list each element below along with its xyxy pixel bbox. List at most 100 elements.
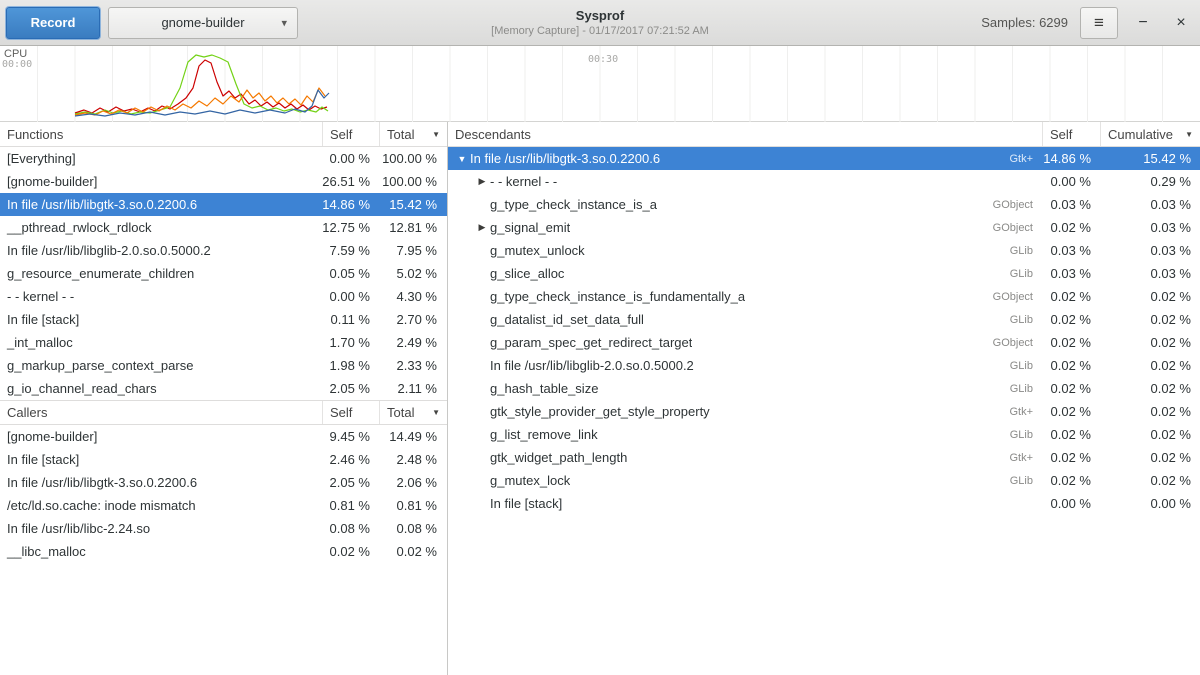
self-percent: 0.03 % xyxy=(1042,243,1100,258)
table-row[interactable]: __pthread_rwlock_rdlock 12.75 % 12.81 % xyxy=(0,216,447,239)
function-name: [gnome-builder] xyxy=(0,174,322,189)
library-badge: GLib xyxy=(1010,475,1042,487)
self-percent: 0.02 % xyxy=(1042,358,1100,373)
self-percent: 0.03 % xyxy=(1042,266,1100,281)
descendant-row[interactable]: gtk_style_provider_get_style_property Gt… xyxy=(448,400,1200,423)
self-percent: 1.70 % xyxy=(322,335,379,350)
callers-self-column-header[interactable]: Self xyxy=(322,401,379,424)
table-row[interactable]: _int_malloc 1.70 % 2.49 % xyxy=(0,331,447,354)
cumulative-percent: 15.42 % xyxy=(1100,151,1200,166)
function-name: /etc/ld.so.cache: inode mismatch xyxy=(0,498,322,513)
self-percent: 0.00 % xyxy=(1042,496,1100,511)
descendant-row[interactable]: ▶ - - kernel - - 0.00 % 0.29 % xyxy=(448,170,1200,193)
minimize-icon: − xyxy=(1138,14,1147,32)
descendant-name: g_type_check_instance_is_a xyxy=(490,197,657,212)
expander-icon[interactable]: ▶ xyxy=(474,222,490,233)
function-name: In file [stack] xyxy=(0,452,322,467)
table-row[interactable]: [Everything] 0.00 % 100.00 % xyxy=(0,147,447,170)
library-badge: GLib xyxy=(1010,429,1042,441)
callers-total-column-header[interactable]: Total ▼ xyxy=(379,401,447,424)
descendant-row[interactable]: g_mutex_unlock GLib 0.03 % 0.03 % xyxy=(448,239,1200,262)
descendants-table-header: Descendants Self Cumulative ▼ xyxy=(448,122,1200,147)
descendant-row[interactable]: g_type_check_instance_is_a GObject 0.03 … xyxy=(448,193,1200,216)
table-row[interactable]: In file /usr/lib/libgtk-3.so.0.2200.6 14… xyxy=(0,193,447,216)
table-row[interactable]: In file [stack] 0.11 % 2.70 % xyxy=(0,308,447,331)
time-label-start: 00:00 xyxy=(2,59,32,70)
cpu-usage-graph[interactable]: CPU 00:00 00:30 xyxy=(0,46,1200,122)
total-percent: 2.33 % xyxy=(379,358,447,373)
descendants-panel: Descendants Self Cumulative ▼ ▼ In file … xyxy=(448,122,1200,675)
total-percent: 0.02 % xyxy=(379,544,447,559)
descendant-row[interactable]: g_list_remove_link GLib 0.02 % 0.02 % xyxy=(448,423,1200,446)
self-percent: 0.11 % xyxy=(322,312,379,327)
cumulative-percent: 0.02 % xyxy=(1100,289,1200,304)
descendant-name: g_datalist_id_set_data_full xyxy=(490,312,644,327)
self-percent: 1.98 % xyxy=(322,358,379,373)
table-row[interactable]: In file /usr/lib/libc-2.24.so 0.08 % 0.0… xyxy=(0,517,447,540)
library-badge: GLib xyxy=(1010,268,1042,280)
table-row[interactable]: [gnome-builder] 26.51 % 100.00 % xyxy=(0,170,447,193)
table-row[interactable]: [gnome-builder] 9.45 % 14.49 % xyxy=(0,425,447,448)
minimize-button[interactable]: − xyxy=(1130,8,1156,38)
self-percent: 7.59 % xyxy=(322,243,379,258)
descendant-row[interactable]: g_param_spec_get_redirect_target GObject… xyxy=(448,331,1200,354)
table-row[interactable]: In file /usr/lib/libgtk-3.so.0.2200.6 2.… xyxy=(0,471,447,494)
descendants-self-column-header[interactable]: Self xyxy=(1042,122,1100,146)
self-percent: 0.00 % xyxy=(322,289,379,304)
cumulative-percent: 0.02 % xyxy=(1100,450,1200,465)
table-row[interactable]: g_markup_parse_context_parse 1.98 % 2.33… xyxy=(0,354,447,377)
expander-icon[interactable]: ▼ xyxy=(454,154,470,164)
descendants-cumulative-column-header[interactable]: Cumulative ▼ xyxy=(1100,122,1200,146)
descendant-row[interactable]: ▶ g_signal_emit GObject 0.02 % 0.03 % xyxy=(448,216,1200,239)
target-process-dropdown[interactable]: gnome-builder ▾ xyxy=(108,7,298,39)
expander-icon[interactable]: ▶ xyxy=(474,176,490,187)
callers-table-header: Callers Self Total ▼ xyxy=(0,400,447,425)
menu-button[interactable]: ≡ xyxy=(1080,7,1118,39)
table-row[interactable]: g_resource_enumerate_children 0.05 % 5.0… xyxy=(0,262,447,285)
cumulative-percent: 0.03 % xyxy=(1100,243,1200,258)
descendant-row[interactable]: g_mutex_lock GLib 0.02 % 0.02 % xyxy=(448,469,1200,492)
total-percent: 12.81 % xyxy=(379,220,447,235)
function-name: In file /usr/lib/libgtk-3.so.0.2200.6 xyxy=(0,197,322,212)
descendant-row[interactable]: g_datalist_id_set_data_full GLib 0.02 % … xyxy=(448,308,1200,331)
close-button[interactable]: × xyxy=(1168,8,1194,38)
table-row[interactable]: - - kernel - - 0.00 % 4.30 % xyxy=(0,285,447,308)
window-title: Sysprof xyxy=(491,7,709,24)
total-percent: 4.30 % xyxy=(379,289,447,304)
self-percent: 0.02 % xyxy=(322,544,379,559)
function-name: [gnome-builder] xyxy=(0,429,322,444)
window-subtitle: [Memory Capture] - 01/17/2017 07:21:52 A… xyxy=(491,24,709,38)
sort-descending-icon: ▼ xyxy=(432,130,440,139)
table-row[interactable]: In file [stack] 2.46 % 2.48 % xyxy=(0,448,447,471)
total-percent: 2.11 % xyxy=(379,381,447,396)
cumulative-percent: 0.02 % xyxy=(1100,335,1200,350)
left-panel: Functions Self Total ▼ [Everything] 0.00… xyxy=(0,122,448,675)
self-percent: 0.03 % xyxy=(1042,197,1100,212)
descendant-row[interactable]: ▼ In file /usr/lib/libgtk-3.so.0.2200.6 … xyxy=(448,147,1200,170)
table-row[interactable]: In file /usr/lib/libglib-2.0.so.0.5000.2… xyxy=(0,239,447,262)
descendant-row[interactable]: g_slice_alloc GLib 0.03 % 0.03 % xyxy=(448,262,1200,285)
table-row[interactable]: /etc/ld.so.cache: inode mismatch 0.81 % … xyxy=(0,494,447,517)
descendant-row[interactable]: In file /usr/lib/libglib-2.0.so.0.5000.2… xyxy=(448,354,1200,377)
functions-column-header[interactable]: Functions xyxy=(0,122,322,146)
descendants-cumulative-label: Cumulative xyxy=(1108,127,1173,142)
function-name: In file /usr/lib/libgtk-3.so.0.2200.6 xyxy=(0,475,322,490)
descendant-name-cell: ▼ In file /usr/lib/libgtk-3.so.0.2200.6 … xyxy=(448,151,1042,166)
descendants-column-header[interactable]: Descendants xyxy=(448,122,1042,146)
descendant-row[interactable]: g_hash_table_size GLib 0.02 % 0.02 % xyxy=(448,377,1200,400)
functions-total-column-header[interactable]: Total ▼ xyxy=(379,122,447,146)
cumulative-percent: 0.02 % xyxy=(1100,381,1200,396)
library-badge: Gtk+ xyxy=(1009,406,1042,418)
table-row[interactable]: g_io_channel_read_chars 2.05 % 2.11 % xyxy=(0,377,447,400)
descendant-row[interactable]: In file [stack] 0.00 % 0.00 % xyxy=(448,492,1200,515)
functions-self-column-header[interactable]: Self xyxy=(322,122,379,146)
cumulative-percent: 0.03 % xyxy=(1100,266,1200,281)
callers-column-header[interactable]: Callers xyxy=(0,401,322,424)
total-percent: 2.49 % xyxy=(379,335,447,350)
table-row[interactable]: __libc_malloc 0.02 % 0.02 % xyxy=(0,540,447,563)
descendant-row[interactable]: g_type_check_instance_is_fundamentally_a… xyxy=(448,285,1200,308)
record-button[interactable]: Record xyxy=(6,7,100,39)
self-percent: 0.02 % xyxy=(1042,289,1100,304)
self-percent: 0.02 % xyxy=(1042,450,1100,465)
descendant-row[interactable]: gtk_widget_path_length Gtk+ 0.02 % 0.02 … xyxy=(448,446,1200,469)
